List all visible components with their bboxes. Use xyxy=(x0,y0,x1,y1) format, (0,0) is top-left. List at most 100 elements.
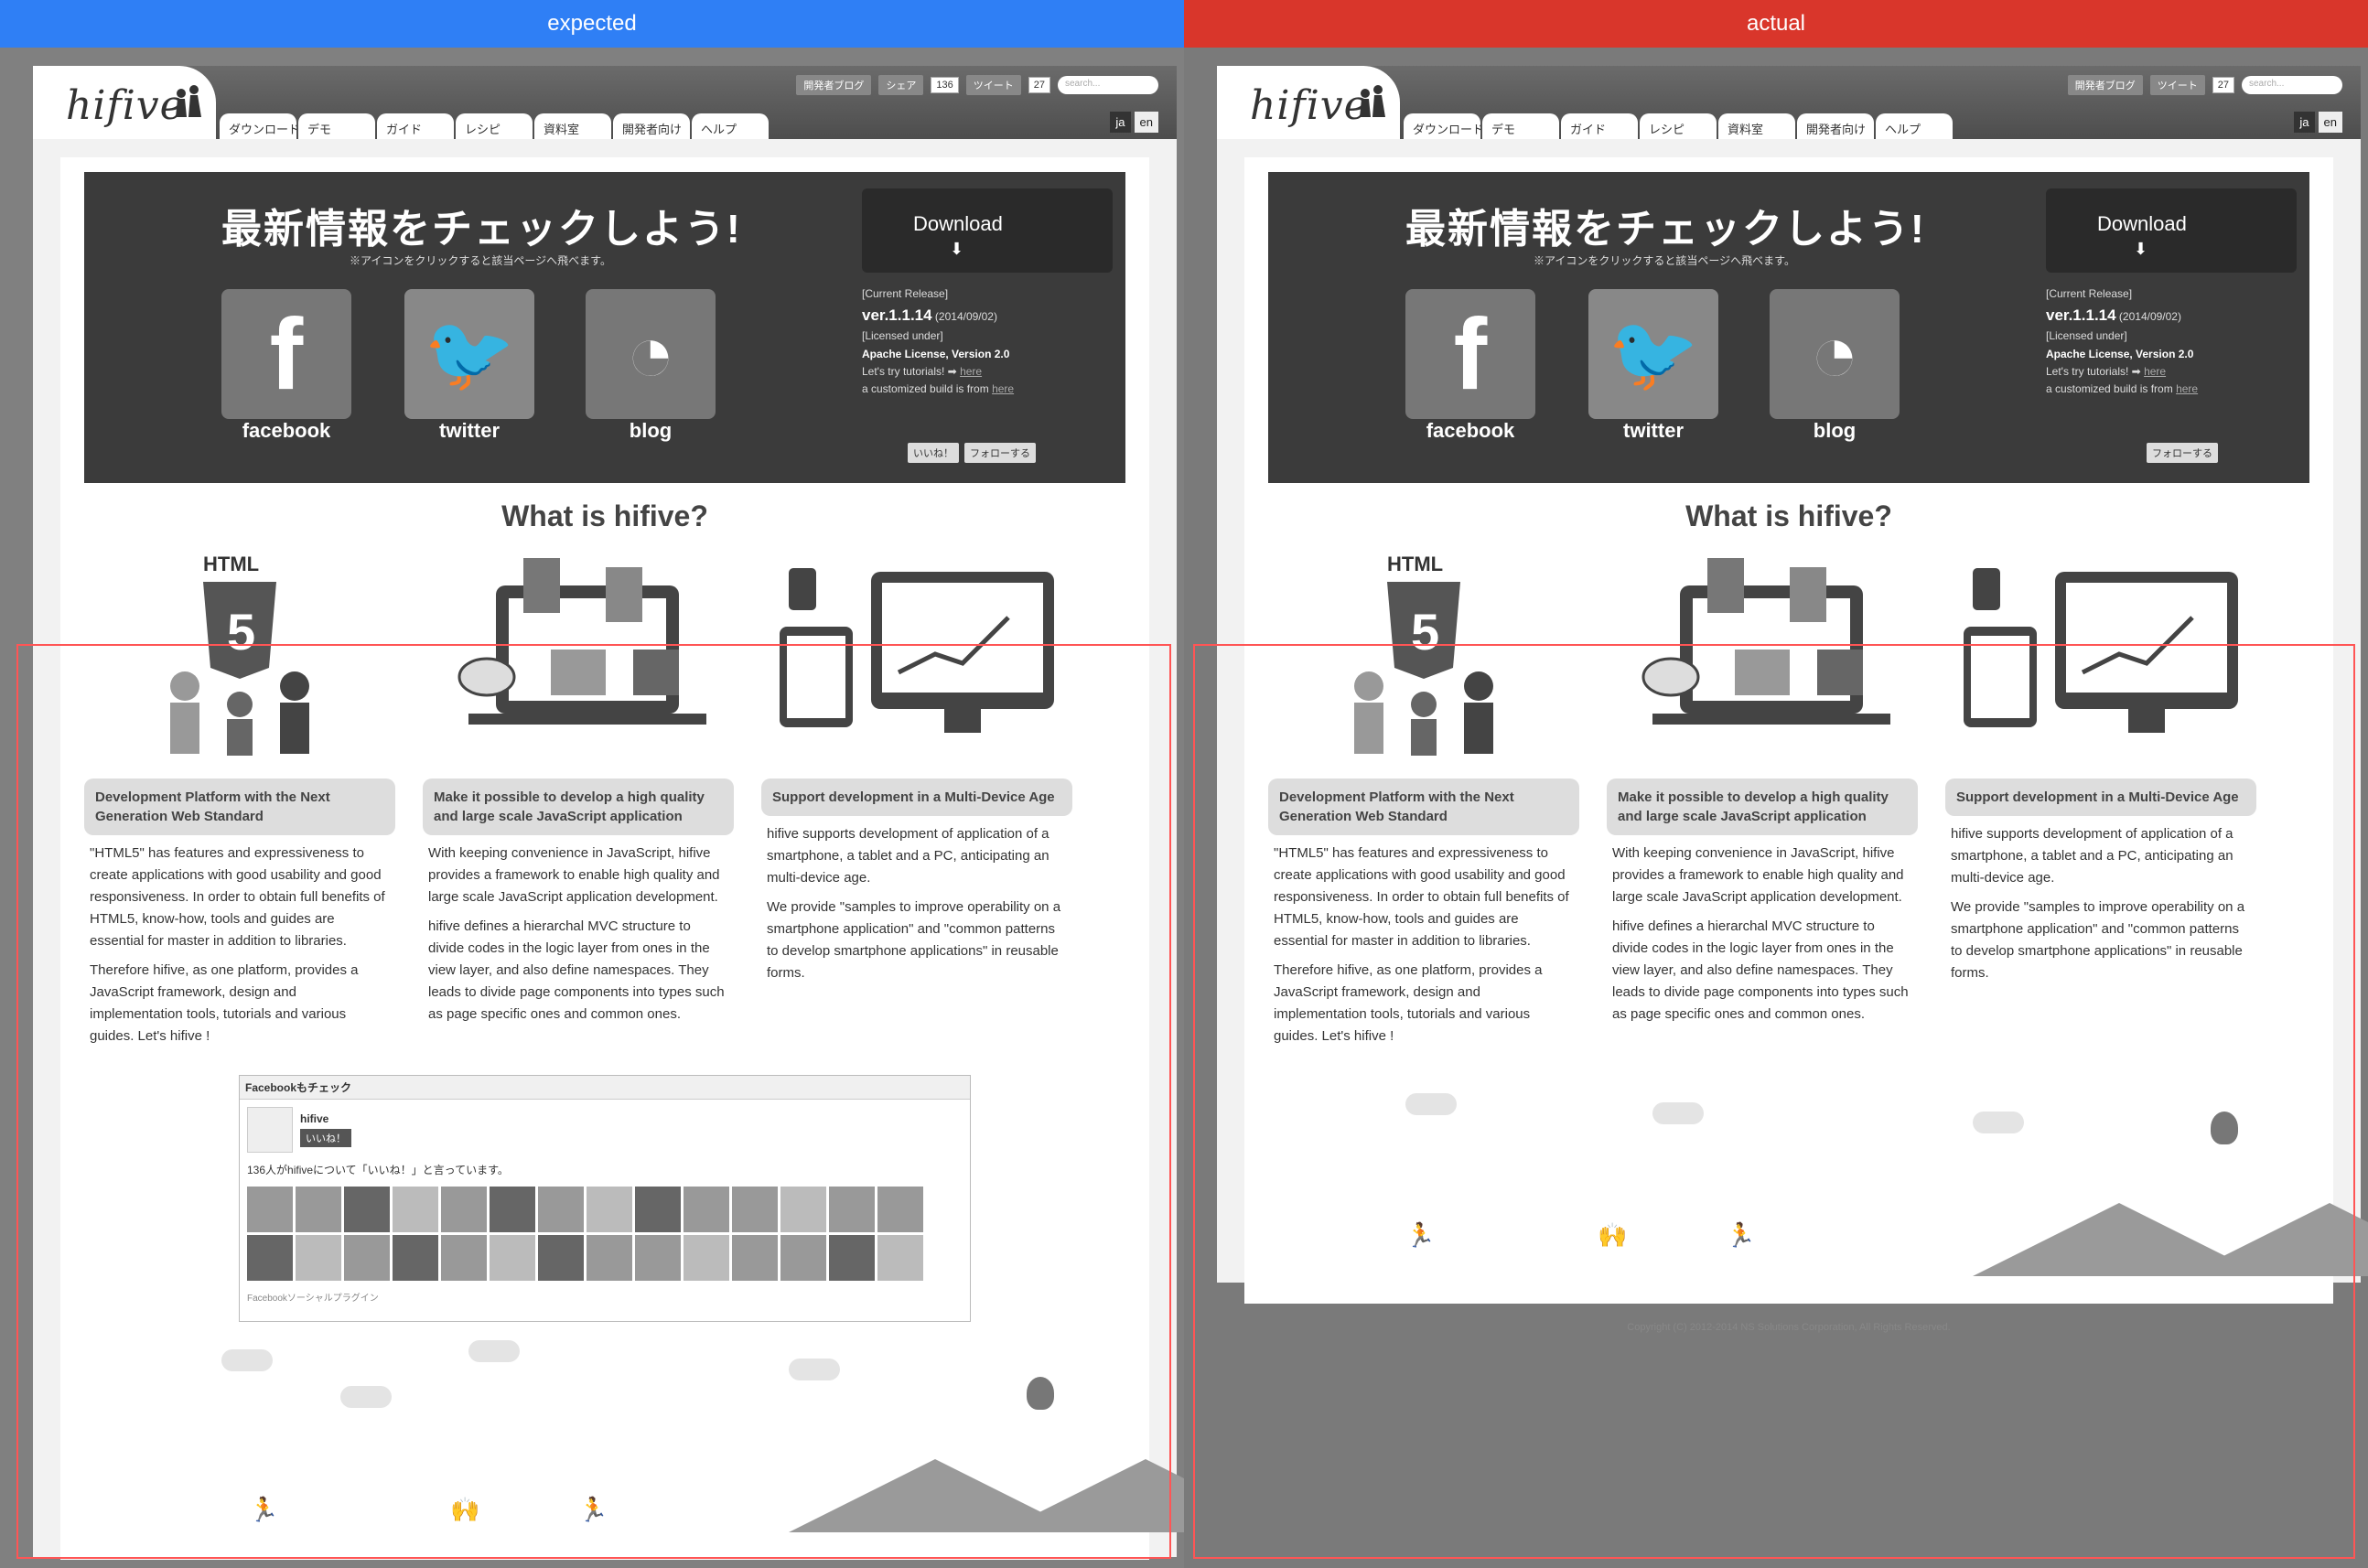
download-label: Download xyxy=(913,212,1003,235)
avatar[interactable] xyxy=(683,1235,729,1281)
hero-title: 最新情報をチェックしよう! xyxy=(221,207,742,252)
feature-column: Make it possible to develop a high quali… xyxy=(423,544,734,1047)
feature-title: Support development in a Multi-Device Ag… xyxy=(1945,779,2256,816)
customized-link[interactable]: here xyxy=(992,382,1014,395)
lang-en-button[interactable]: en xyxy=(2318,112,2342,133)
feature-title: Make it possible to develop a high quali… xyxy=(1607,779,1918,835)
avatar[interactable] xyxy=(877,1187,923,1232)
lang-ja-button[interactable]: ja xyxy=(1110,112,1131,133)
facebook-like-button[interactable]: いいね！ xyxy=(300,1129,351,1147)
multi-device-illustration xyxy=(1945,544,2256,764)
avatar[interactable] xyxy=(538,1187,584,1232)
avatar[interactable] xyxy=(732,1235,778,1281)
version: ver.1.1.14 xyxy=(862,306,932,325)
tweet-button[interactable]: ツイート xyxy=(2149,75,2205,95)
download-button[interactable]: Download ⬇ xyxy=(862,188,1113,273)
tab-developer[interactable]: 開発者向け xyxy=(613,113,690,139)
avatar[interactable] xyxy=(344,1187,390,1232)
avatar[interactable] xyxy=(877,1235,923,1281)
tab-library[interactable]: 資料室 xyxy=(534,113,611,139)
tab-download[interactable]: ダウンロード xyxy=(220,113,296,139)
feature-text: Therefore hifive, as one platform, provi… xyxy=(90,962,359,1044)
hero-subtitle: ※アイコンをクリックすると該当ページへ飛べます。 xyxy=(1534,254,1795,267)
avatar[interactable] xyxy=(441,1235,487,1281)
lang-ja-button[interactable]: ja xyxy=(2294,112,2315,133)
tab-recipe[interactable]: レシピ xyxy=(1640,113,1717,139)
licensed-label: [Licensed under] xyxy=(2046,329,2127,343)
tab-download[interactable]: ダウンロード xyxy=(1404,113,1480,139)
avatar[interactable] xyxy=(829,1187,875,1232)
follow-button[interactable]: フォローする xyxy=(2147,443,2218,463)
feature-column: HTML 5 Development Platform with the Next… xyxy=(84,544,395,1047)
html5-illustration: HTML 5 xyxy=(84,544,395,764)
avatar[interactable] xyxy=(635,1187,681,1232)
follow-button[interactable]: フォローする xyxy=(964,443,1036,463)
licensed-label: [Licensed under] xyxy=(862,329,943,343)
avatar[interactable] xyxy=(683,1187,729,1232)
follow-buttons: フォローする xyxy=(2147,443,2218,463)
dev-blog-button[interactable]: 開発者ブログ xyxy=(2067,75,2143,95)
tab-demo[interactable]: デモ xyxy=(1482,113,1559,139)
tab-help[interactable]: ヘルプ xyxy=(692,113,769,139)
twitter-link[interactable]: 🐦 twitter xyxy=(1588,289,1718,442)
search-input[interactable]: search... xyxy=(1058,76,1158,94)
tutorials-link[interactable]: here xyxy=(2144,365,2166,378)
facebook-page-name[interactable]: hifive xyxy=(300,1112,351,1125)
tutorials-link[interactable]: here xyxy=(960,365,982,378)
logo-text: hifive xyxy=(66,82,185,129)
feature-text: Therefore hifive, as one platform, provi… xyxy=(1274,962,1543,1044)
tab-guide[interactable]: ガイド xyxy=(1561,113,1638,139)
person-icon: 🏃 xyxy=(1405,1221,1436,1249)
tab-help[interactable]: ヘルプ xyxy=(1876,113,1953,139)
tweet-button[interactable]: ツイート xyxy=(965,75,1021,95)
like-button[interactable]: いいね！ xyxy=(908,443,959,463)
download-button[interactable]: Download ⬇ xyxy=(2046,188,2297,273)
logo[interactable]: hifive xyxy=(1217,66,1400,139)
avatar[interactable] xyxy=(490,1235,535,1281)
logo[interactable]: hifive xyxy=(33,66,216,139)
tab-library[interactable]: 資料室 xyxy=(1718,113,1795,139)
avatar[interactable] xyxy=(247,1107,293,1153)
avatar[interactable] xyxy=(490,1187,535,1232)
avatar[interactable] xyxy=(780,1235,826,1281)
tab-recipe[interactable]: レシピ xyxy=(456,113,533,139)
avatar[interactable] xyxy=(393,1187,438,1232)
tab-demo[interactable]: デモ xyxy=(298,113,375,139)
avatar[interactable] xyxy=(635,1235,681,1281)
avatar[interactable] xyxy=(587,1187,632,1232)
twitter-link[interactable]: 🐦 twitter xyxy=(404,289,534,442)
feature-title: Support development in a Multi-Device Ag… xyxy=(761,779,1072,816)
twitter-label: twitter xyxy=(439,419,500,442)
facebook-link[interactable]: f facebook xyxy=(221,289,351,442)
blog-link[interactable]: ◔ blog xyxy=(1770,289,1900,442)
facebook-label: facebook xyxy=(242,419,331,442)
blog-link[interactable]: ◔ blog xyxy=(586,289,716,442)
release-date: (2014/09/02) xyxy=(2118,310,2181,324)
cloud-icon xyxy=(221,1349,273,1371)
avatar[interactable] xyxy=(732,1187,778,1232)
tab-guide[interactable]: ガイド xyxy=(377,113,454,139)
avatar[interactable] xyxy=(780,1187,826,1232)
avatar[interactable] xyxy=(829,1235,875,1281)
avatar[interactable] xyxy=(344,1235,390,1281)
lang-en-button[interactable]: en xyxy=(1134,112,1158,133)
avatar[interactable] xyxy=(296,1187,341,1232)
dev-blog-button[interactable]: 開発者ブログ xyxy=(796,75,872,95)
feature-title: Make it possible to develop a high quali… xyxy=(423,779,734,835)
language-switcher: ja en xyxy=(1110,112,1158,133)
rss-icon: ◔ xyxy=(625,307,676,400)
share-button[interactable]: シェア xyxy=(878,75,924,95)
tab-developer[interactable]: 開発者向け xyxy=(1797,113,1874,139)
facebook-link[interactable]: f facebook xyxy=(1405,289,1535,442)
search-input[interactable]: search... xyxy=(2242,76,2342,94)
avatar[interactable] xyxy=(587,1235,632,1281)
expected-label: expected xyxy=(0,0,1184,48)
avatar[interactable] xyxy=(247,1235,293,1281)
facebook-widget-footer[interactable]: Facebookソーシャルプラグイン xyxy=(240,1288,970,1305)
customized-link[interactable]: here xyxy=(2176,382,2198,395)
avatar[interactable] xyxy=(296,1235,341,1281)
avatar[interactable] xyxy=(441,1187,487,1232)
avatar[interactable] xyxy=(393,1235,438,1281)
avatar[interactable] xyxy=(247,1187,293,1232)
avatar[interactable] xyxy=(538,1235,584,1281)
